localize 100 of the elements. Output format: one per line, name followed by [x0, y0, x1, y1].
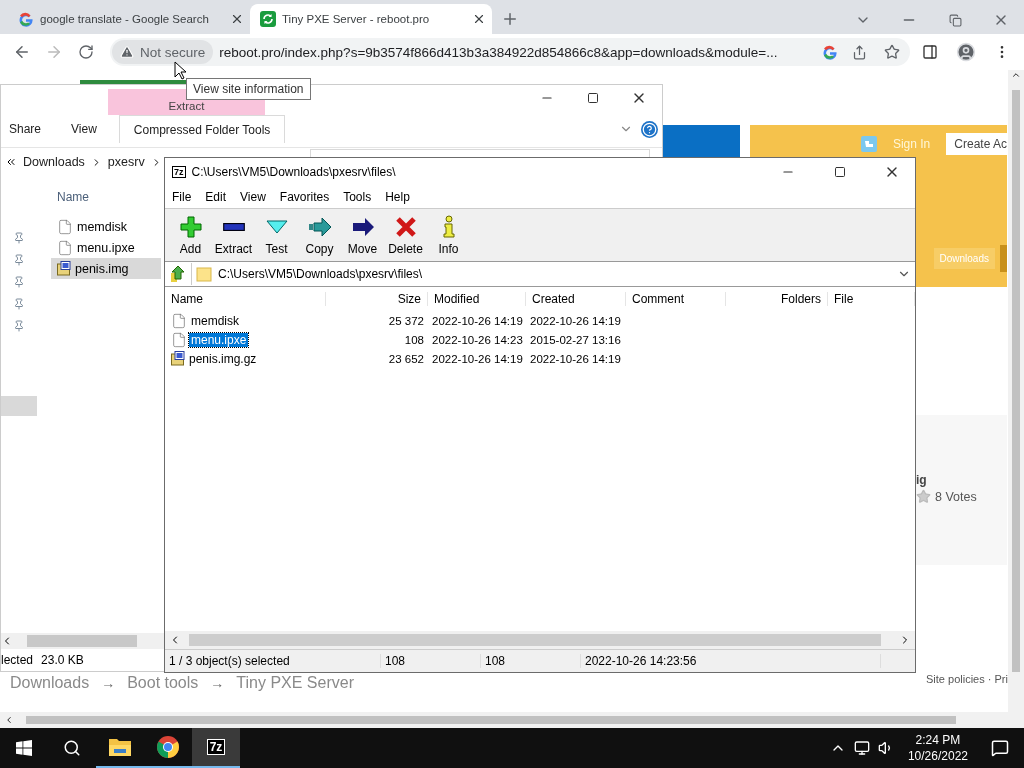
maximize-icon[interactable] [587, 92, 599, 104]
restore-icon[interactable] [948, 13, 962, 27]
close-icon[interactable] [230, 12, 244, 26]
table-cell-text: 23 652 [387, 352, 425, 365]
file-icon [171, 331, 187, 348]
archive-file-icon [171, 351, 185, 366]
new-tab-icon[interactable] [501, 10, 519, 28]
pin-icon [13, 320, 25, 332]
scroll-left-icon[interactable] [4, 715, 14, 725]
breadcrumb-separator: → [210, 675, 225, 691]
windows-start-icon[interactable] [16, 740, 32, 756]
close-icon[interactable] [472, 12, 486, 26]
google-icon [18, 11, 34, 27]
breadcrumb-link[interactable]: Downloads [10, 674, 90, 692]
warning-icon [120, 45, 134, 59]
scrollbar-thumb[interactable] [1012, 90, 1020, 672]
folder-icon [196, 266, 212, 282]
toolbar-button[interactable]: Move [341, 211, 384, 259]
path-segment[interactable]: Downloads [23, 155, 85, 169]
file-row[interactable]: memdisk [51, 216, 161, 237]
tooltip: View site information [186, 78, 311, 100]
file-row[interactable]: menu.ipxe [51, 237, 161, 258]
file-name[interactable]: penis.img.gz [187, 351, 259, 366]
column-header[interactable]: Name [165, 292, 326, 306]
refresh-favicon-icon [260, 11, 276, 27]
path-segment[interactable]: pxesrv [107, 155, 145, 169]
delete-icon [393, 214, 418, 239]
chevrons-left-icon[interactable] [5, 156, 17, 168]
share-icon[interactable] [851, 44, 867, 60]
scrollbar-thumb[interactable] [27, 635, 137, 647]
nav-selection [1, 396, 37, 416]
folder-icon[interactable] [108, 737, 132, 757]
taskbar-app[interactable]: 7z [192, 728, 240, 768]
ribbon-tab[interactable]: Compressed Folder Tools [118, 115, 286, 143]
app-logo: 7z [172, 166, 186, 178]
column-header[interactable]: Folders [726, 292, 828, 306]
menu-item[interactable]: Edit [205, 190, 227, 204]
scroll-up-icon[interactable] [1011, 70, 1021, 80]
column-header[interactable]: File [828, 292, 915, 306]
table-cell-text: 108 [403, 333, 425, 346]
column-header[interactable]: Modified [428, 292, 526, 306]
toolbar-button[interactable]: Info [427, 211, 470, 259]
column-header[interactable]: Comment [626, 292, 726, 306]
rating-title: ig [916, 473, 928, 487]
nav-strip [1000, 245, 1007, 272]
scrollbar-thumb[interactable] [189, 634, 881, 646]
status-text: 1 / 3 object(s) selected [165, 654, 381, 668]
pin-icon [13, 232, 25, 244]
create-account-button[interactable]: Create Ac [946, 133, 1007, 155]
footer-links[interactable]: Site policies · Pri [926, 673, 1008, 685]
column-header[interactable]: Size [326, 292, 428, 306]
breadcrumb-separator: → [101, 675, 116, 691]
toolbar-button[interactable]: Test [255, 211, 298, 259]
menu-item[interactable]: Favorites [279, 190, 330, 204]
browser-tab[interactable]: google translate - Google Search [8, 4, 250, 34]
status-text: 108 [381, 654, 481, 668]
pin-icon [13, 298, 25, 310]
menu-item[interactable]: File [172, 190, 192, 204]
toolbar-button[interactable]: Copy [298, 211, 341, 259]
url-field[interactable]: reboot.pro/index.php?s=9b3574f866d413b3a384922d854866c8&app=downloads&module=... [219, 44, 816, 60]
help-icon[interactable] [641, 120, 658, 138]
file-row[interactable]: penis.img [51, 258, 161, 279]
status-text: 23.0 KB [41, 653, 84, 667]
browser-tab[interactable]: Tiny PXE Server - reboot.pro [250, 4, 492, 34]
up-folder-icon[interactable] [169, 265, 187, 283]
ribbon-tab[interactable]: View [63, 115, 105, 143]
network-icon[interactable] [853, 740, 870, 756]
reload-icon[interactable] [78, 44, 94, 60]
menu-item[interactable]: View [240, 190, 266, 204]
pin-icon [13, 254, 25, 266]
breadcrumb-link[interactable]: Boot tools [127, 674, 199, 692]
side-panel-icon[interactable] [922, 44, 938, 60]
column-header[interactable]: Name [57, 190, 89, 204]
security-chip[interactable]: Not secure [112, 40, 214, 64]
menu-item[interactable]: Help [385, 190, 410, 204]
maximize-icon[interactable] [834, 166, 846, 178]
bookmark-star-icon[interactable] [884, 44, 900, 60]
notifications-icon[interactable] [991, 739, 1009, 757]
toolbar-button[interactable]: Add [169, 211, 212, 259]
ribbon-tab[interactable]: Share [1, 115, 50, 143]
status-text: lected [1, 653, 34, 667]
archive-file-icon [57, 261, 71, 276]
toolbar-button[interactable]: Extract [212, 211, 255, 259]
column-header[interactable]: Created [526, 292, 626, 306]
google-lens-icon [822, 44, 838, 60]
file-name[interactable]: memdisk [189, 313, 241, 328]
clock[interactable]: 2:24 PM 10/26/2022 [899, 732, 976, 764]
search-icon[interactable] [63, 739, 81, 757]
file-icon [57, 218, 73, 235]
scrollbar-thumb[interactable] [26, 716, 956, 724]
file-icon [57, 239, 73, 256]
profile-icon[interactable] [956, 42, 976, 62]
file-name[interactable]: menu.ipxe [189, 332, 249, 347]
path-field[interactable]: C:\Users\VM5\Downloads\pxesrv\files\ [191, 263, 915, 285]
back-icon[interactable] [13, 43, 31, 61]
table-cell-text: 2022-10-26 14:19 [529, 352, 622, 365]
toolbar-button[interactable]: Delete [384, 211, 427, 259]
breadcrumb-link[interactable]: Tiny PXE Server [236, 674, 354, 692]
menu-item[interactable]: Tools [343, 190, 372, 204]
chrome-icon[interactable] [156, 735, 180, 759]
